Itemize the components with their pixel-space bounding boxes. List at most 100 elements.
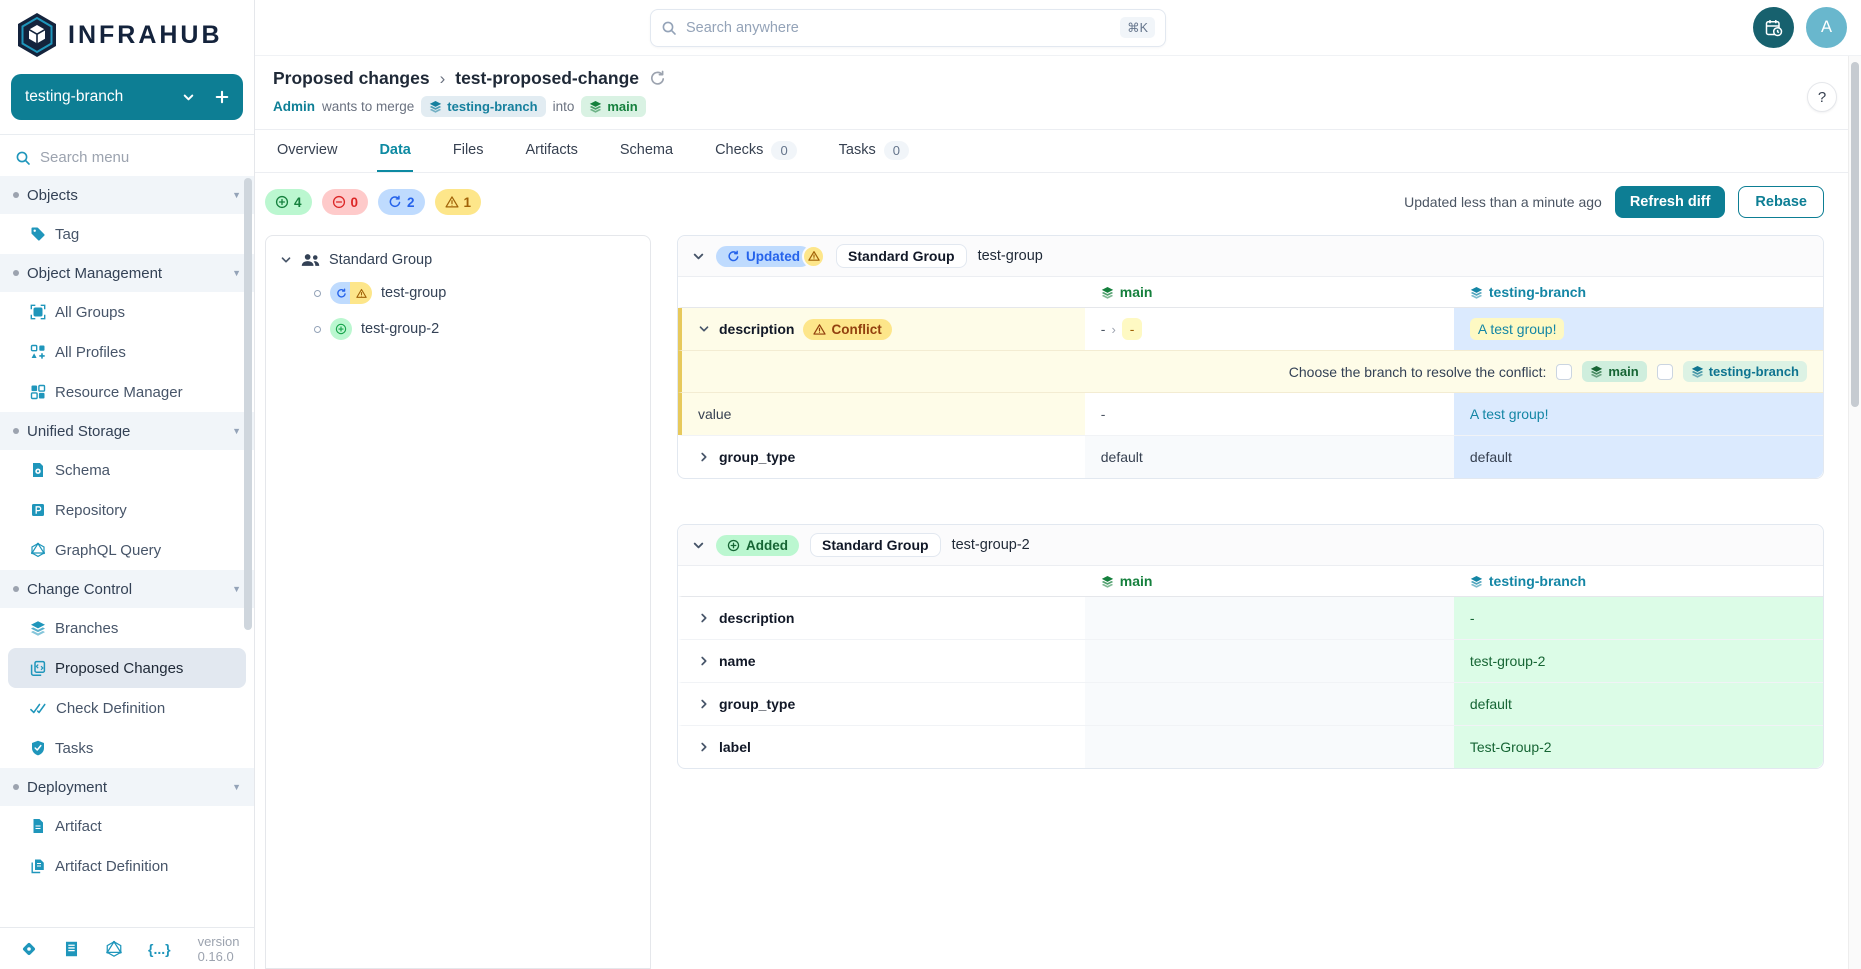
tab-overview[interactable]: Overview xyxy=(275,130,339,172)
diff-row-description[interactable]: description - xyxy=(678,597,1823,639)
chevron-down-icon[interactable] xyxy=(692,539,705,552)
chevron-right-icon[interactable] xyxy=(698,698,710,710)
logo-text: INFRAHUB xyxy=(68,21,223,50)
tab-artifacts[interactable]: Artifacts xyxy=(524,130,580,172)
help-button[interactable]: ? xyxy=(1807,82,1837,112)
menu-section-unified-storage[interactable]: Unified Storage ▼ xyxy=(0,412,254,450)
merge-text: into xyxy=(553,99,575,114)
chevron-right-icon[interactable] xyxy=(698,741,710,753)
attribute-cell[interactable]: name xyxy=(682,640,1085,682)
docs-icon[interactable] xyxy=(63,940,80,958)
attribute-cell[interactable]: label xyxy=(682,726,1085,768)
users-icon xyxy=(301,253,320,267)
resolve-branch-badge[interactable]: testing-branch xyxy=(1683,361,1807,382)
reload-icon[interactable] xyxy=(649,70,666,87)
tab-files[interactable]: Files xyxy=(451,130,486,172)
chevron-down-icon[interactable] xyxy=(698,323,710,335)
avatar[interactable]: A xyxy=(1806,7,1847,48)
menu-section-object-management[interactable]: Object Management ▼ xyxy=(0,254,254,292)
git-icon[interactable] xyxy=(20,940,38,958)
diff-row-name[interactable]: name test-group-2 xyxy=(678,639,1823,682)
chevron-down-icon[interactable] xyxy=(280,254,292,266)
diff-row-group-type[interactable]: group_type default default xyxy=(678,435,1823,478)
source-branch-badge[interactable]: testing-branch xyxy=(421,96,545,117)
sidebar-item-artifact[interactable]: Artifact xyxy=(0,806,254,846)
warning-icon xyxy=(445,195,459,209)
tab-schema[interactable]: Schema xyxy=(618,130,675,172)
menu-section-deployment[interactable]: Deployment ▼ xyxy=(0,768,254,806)
attribute-cell[interactable]: description Conflict xyxy=(682,308,1085,350)
global-search-input[interactable] xyxy=(686,20,1111,36)
add-branch-icon[interactable] xyxy=(215,90,229,104)
object-tree-panel: Standard Group test-group test-group- xyxy=(265,235,651,969)
diff-row-group-type[interactable]: group_type default xyxy=(678,682,1823,725)
page-scrollbar-thumb[interactable] xyxy=(1851,62,1859,407)
diff-row-description[interactable]: description Conflict - › - xyxy=(678,308,1823,350)
diff-card-header[interactable]: Updated Standard Group test-group xyxy=(678,236,1823,277)
diff-card-header[interactable]: Added Standard Group test-group-2 xyxy=(678,525,1823,566)
minus-circle-icon xyxy=(332,195,346,209)
diff-card-test-group: Updated Standard Group test-group xyxy=(677,235,1824,479)
status-badges: Updated xyxy=(716,245,825,268)
branch-selector[interactable]: testing-branch xyxy=(11,74,243,120)
sidebar-item-all-profiles[interactable]: All Profiles xyxy=(0,332,254,372)
rebase-button[interactable]: Rebase xyxy=(1738,186,1824,218)
menu-section-objects[interactable]: Objects ▼ xyxy=(0,176,254,214)
sidebar-item-repository[interactable]: Repository xyxy=(0,490,254,530)
branch-value-cell: A test group! xyxy=(1454,393,1823,435)
branch-column-header: testing-branch xyxy=(1454,277,1823,307)
sidebar-item-proposed-changes[interactable]: Proposed Changes xyxy=(8,648,246,688)
resolve-branch-checkbox[interactable] xyxy=(1657,364,1673,380)
sidebar-item-tasks[interactable]: Tasks xyxy=(0,728,254,768)
tree-node-label: Standard Group xyxy=(329,252,432,268)
tab-label: Overview xyxy=(277,142,337,158)
sidebar-item-branches[interactable]: Branches xyxy=(0,608,254,648)
tree-node-test-group-2[interactable]: test-group-2 xyxy=(314,318,636,340)
sidebar-item-graphql-query[interactable]: GraphQL Query xyxy=(0,530,254,570)
sidebar-item-tag[interactable]: Tag xyxy=(0,214,254,254)
menu-search-input[interactable] xyxy=(40,149,220,166)
item-label: Artifact Definition xyxy=(55,858,168,875)
tree-node-standard-group[interactable]: Standard Group xyxy=(280,252,636,268)
page-scrollbar[interactable] xyxy=(1848,56,1861,969)
refresh-diff-button[interactable]: Refresh diff xyxy=(1615,186,1726,218)
sidebar-scrollbar[interactable] xyxy=(244,178,252,630)
target-branch-badge[interactable]: main xyxy=(581,96,645,117)
topbar-actions: A xyxy=(1753,7,1847,48)
profiles-icon xyxy=(30,344,46,360)
tree-node-test-group[interactable]: test-group xyxy=(314,282,636,304)
breadcrumb: Proposed changes › test-proposed-change xyxy=(273,68,1835,89)
last-updated-text: Updated less than a minute ago xyxy=(1404,194,1602,210)
resolve-main-badge[interactable]: main xyxy=(1582,361,1646,382)
sidebar-item-schema[interactable]: Schema xyxy=(0,450,254,490)
attribute-cell[interactable]: group_type xyxy=(682,436,1085,478)
attribute-cell[interactable]: group_type xyxy=(682,683,1085,725)
sidebar-item-all-groups[interactable]: All Groups xyxy=(0,292,254,332)
chevron-right-icon[interactable] xyxy=(698,612,710,624)
schedule-button[interactable] xyxy=(1753,7,1794,48)
conflict-status-icon xyxy=(350,282,372,304)
tree-node-label: test-group xyxy=(381,285,446,301)
graphql-icon[interactable] xyxy=(105,940,123,958)
bullet-icon xyxy=(13,192,19,198)
sidebar-item-artifact-definition[interactable]: Artifact Definition xyxy=(0,846,254,886)
chevron-right-icon[interactable] xyxy=(698,451,710,463)
tab-tasks[interactable]: Tasks0 xyxy=(837,130,911,172)
logo[interactable]: INFRAHUB xyxy=(0,0,254,68)
chevron-down-icon[interactable] xyxy=(182,91,195,104)
braces-icon[interactable]: {...} xyxy=(148,941,171,957)
menu-section-change-control[interactable]: Change Control ▼ xyxy=(0,570,254,608)
sidebar-item-resource-manager[interactable]: Resource Manager xyxy=(0,372,254,412)
chevron-right-icon[interactable] xyxy=(698,655,710,667)
sidebar-item-check-definition[interactable]: Check Definition xyxy=(0,688,254,728)
breadcrumb-parent[interactable]: Proposed changes xyxy=(273,68,430,89)
resolve-main-checkbox[interactable] xyxy=(1556,364,1572,380)
attribute-cell[interactable]: description xyxy=(682,597,1085,639)
tab-checks[interactable]: Checks0 xyxy=(713,130,799,172)
global-search[interactable]: ⌘K xyxy=(650,9,1166,47)
chevron-down-icon[interactable] xyxy=(692,250,705,263)
branch-value-cell: A test group! xyxy=(1454,308,1823,350)
diff-row-label[interactable]: label Test-Group-2 xyxy=(678,725,1823,768)
branch-icon xyxy=(1590,365,1603,378)
tab-data[interactable]: Data xyxy=(377,130,412,172)
